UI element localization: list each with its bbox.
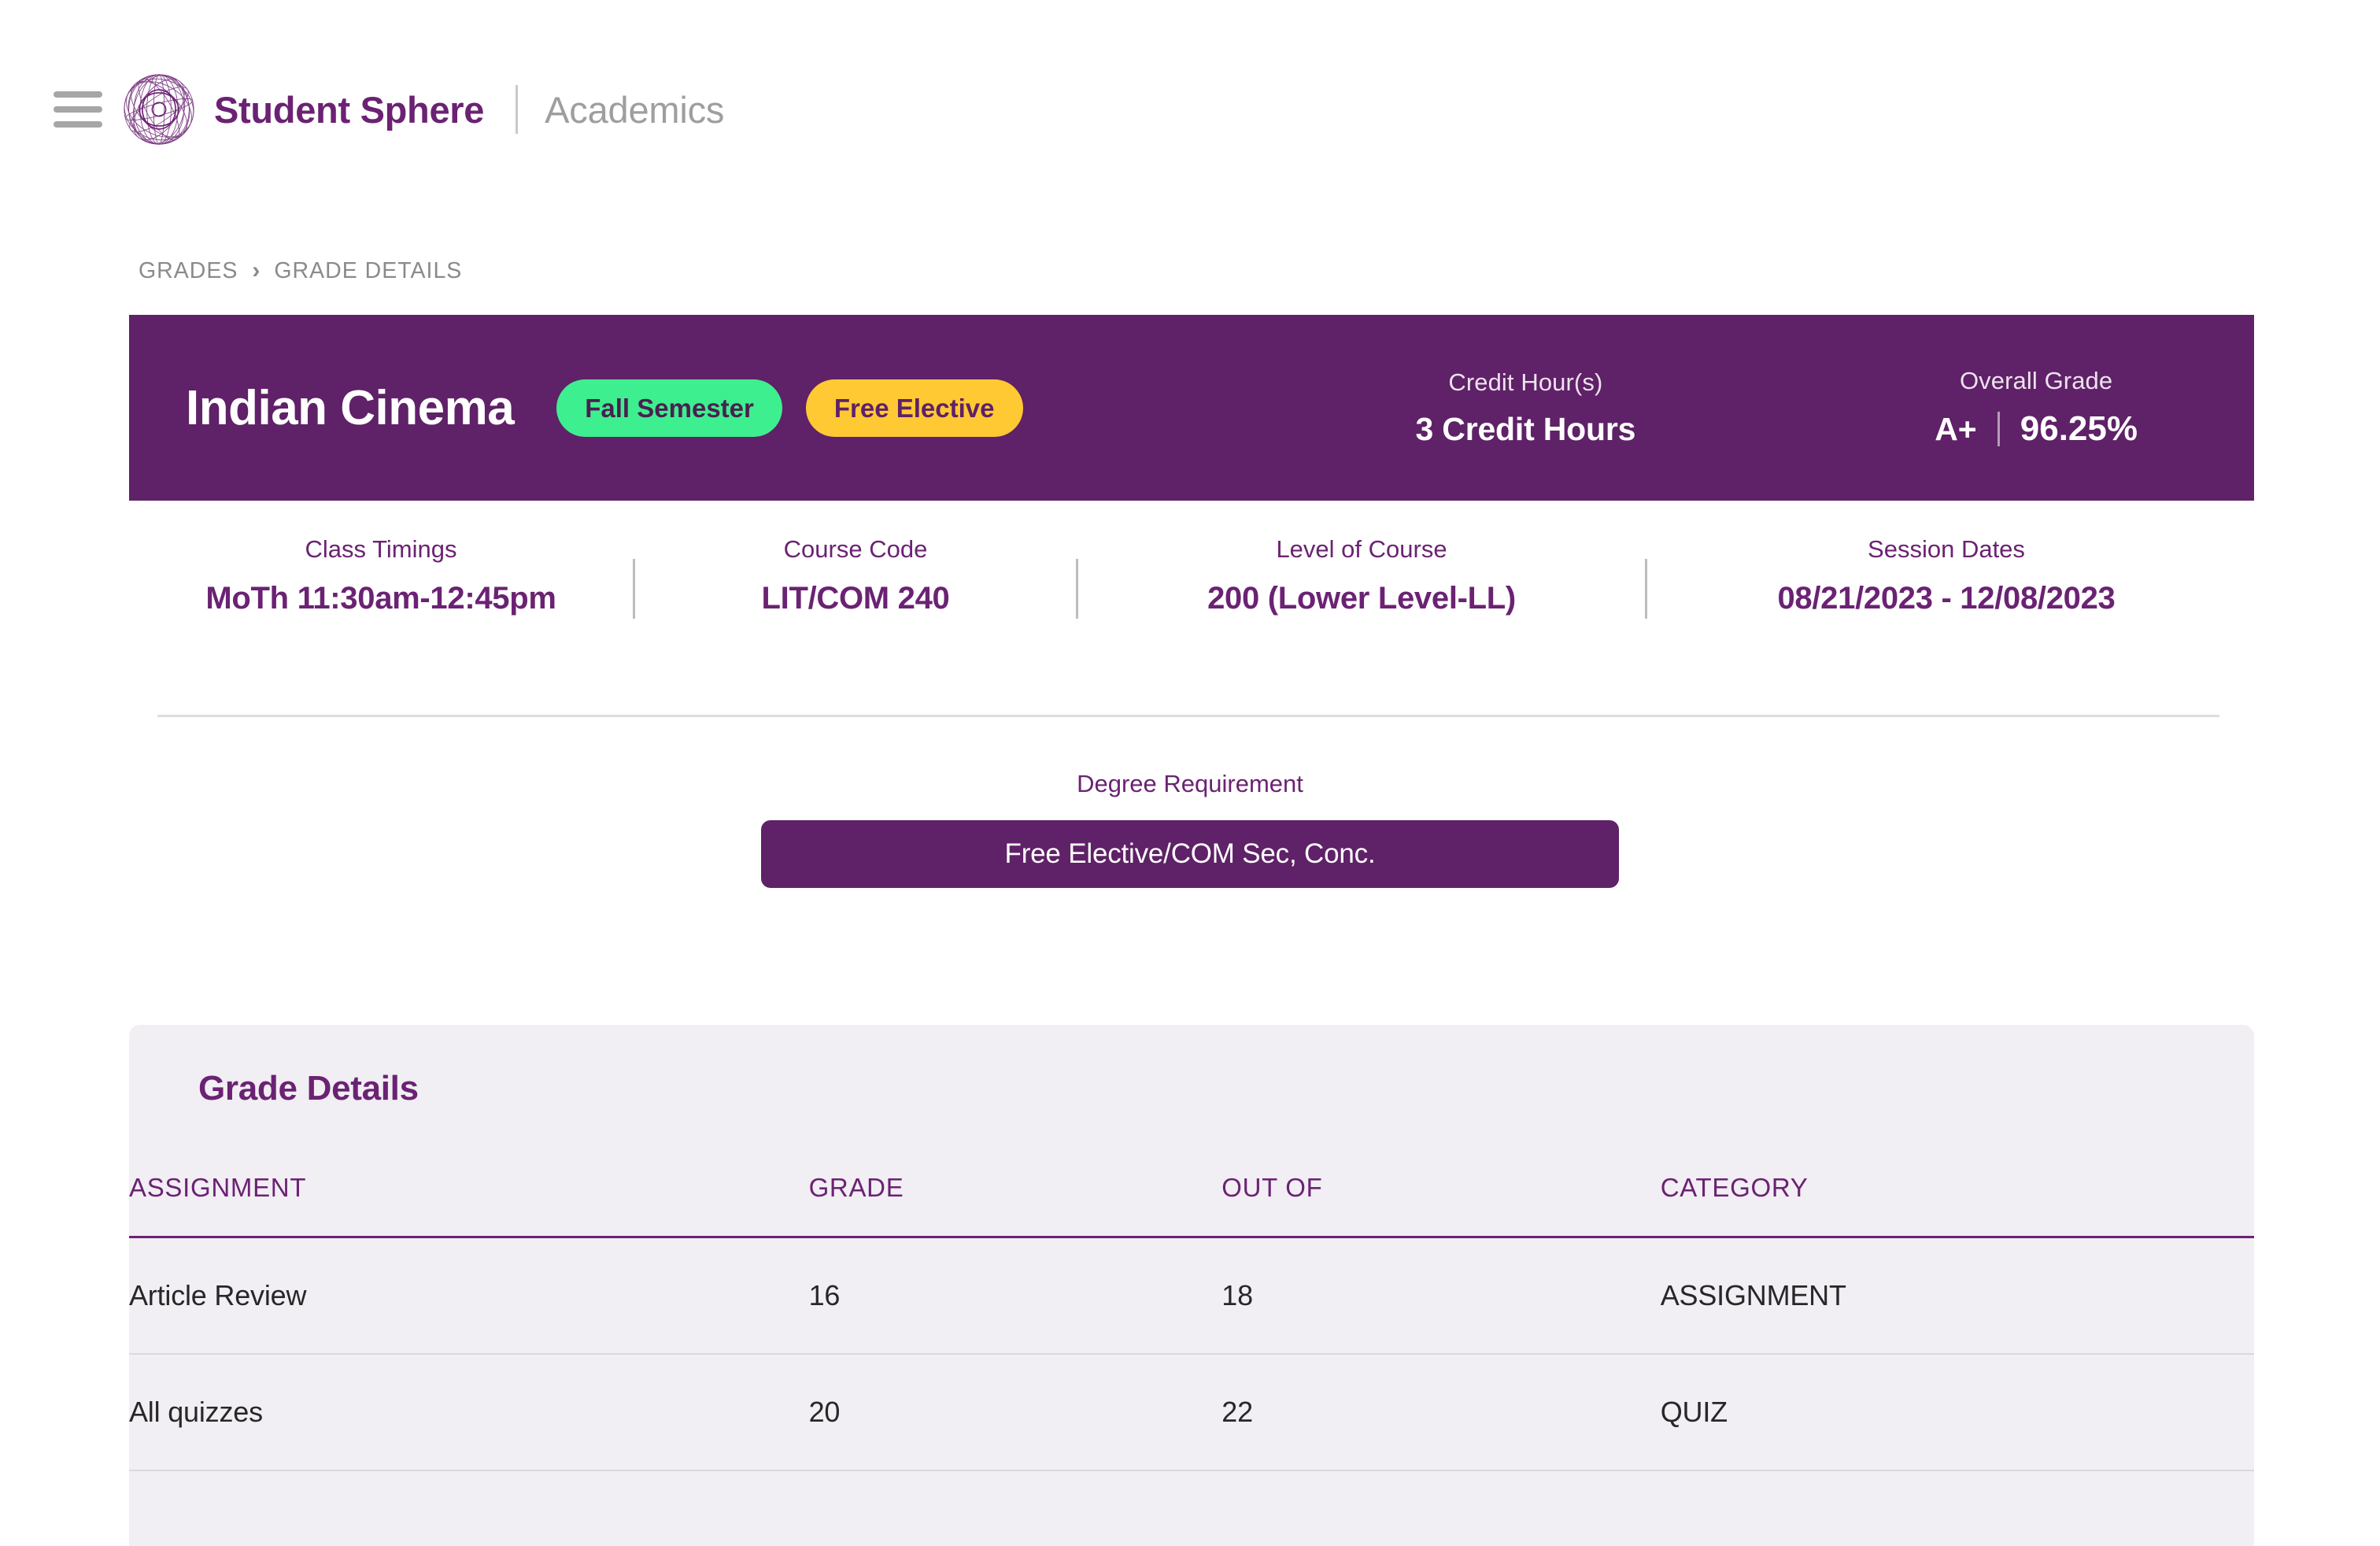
column-header-out-of[interactable]: OUT OF bbox=[1221, 1173, 1661, 1238]
sphere-logo-icon bbox=[124, 74, 194, 145]
course-level-label: Level of Course bbox=[1276, 535, 1447, 563]
cell-out-of: 22 bbox=[1221, 1354, 1661, 1471]
overall-grade-letter: A+ bbox=[1935, 410, 1977, 447]
table-header-row: ASSIGNMENT GRADE OUT OF CATEGORY bbox=[129, 1173, 2254, 1238]
course-code-cell: Course Code LIT/COM 240 bbox=[635, 535, 1076, 616]
app-header: Student Sphere Academics bbox=[0, 0, 2380, 157]
credit-hours-stat: Credit Hour(s) 3 Credit Hours bbox=[1416, 368, 1636, 448]
hamburger-bar bbox=[54, 106, 102, 113]
overall-grade-percent: 96.25% bbox=[2020, 409, 2138, 448]
page-root: Student Sphere Academics GRADES › GRADE … bbox=[0, 0, 2380, 1546]
section-title: Academics bbox=[545, 88, 725, 131]
course-title: Indian Cinema bbox=[186, 380, 515, 435]
elective-badge[interactable]: Free Elective bbox=[805, 379, 1023, 437]
cell-out-of: 18 bbox=[1221, 1237, 1661, 1355]
breadcrumb: GRADES › GRADE DETAILS bbox=[0, 252, 2380, 290]
hamburger-bar bbox=[54, 91, 102, 98]
class-timings-label: Class Timings bbox=[305, 535, 457, 563]
course-level-cell: Level of Course 200 (Lower Level-LL) bbox=[1078, 535, 1645, 616]
course-info-row: Class Timings MoTh 11:30am-12:45pm Cours… bbox=[129, 535, 2254, 619]
grade-details-table: ASSIGNMENT GRADE OUT OF CATEGORY Article… bbox=[129, 1173, 2254, 1471]
degree-requirement-section: Degree Requirement Free Elective/COM Sec… bbox=[0, 770, 2380, 888]
semester-badge[interactable]: Fall Semester bbox=[556, 379, 782, 437]
table-row[interactable]: Article Review 16 18 ASSIGNMENT bbox=[129, 1237, 2254, 1355]
session-dates-cell: Session Dates 08/21/2023 - 12/08/2023 bbox=[1647, 535, 2245, 616]
course-banner: Indian Cinema Fall Semester Free Electiv… bbox=[129, 315, 2254, 501]
overall-grade-stat: Overall Grade A+ 96.25% bbox=[1935, 367, 2138, 449]
chevron-right-icon: › bbox=[252, 257, 261, 283]
header-divider bbox=[516, 85, 519, 134]
course-code-value: LIT/COM 240 bbox=[761, 581, 950, 616]
grade-details-card: Grade Details ASSIGNMENT GRADE OUT OF CA… bbox=[129, 1025, 2254, 1546]
cell-assignment: Article Review bbox=[129, 1237, 809, 1355]
hamburger-icon[interactable] bbox=[54, 91, 102, 128]
degree-requirement-label: Degree Requirement bbox=[1077, 770, 1303, 797]
cell-grade: 16 bbox=[808, 1237, 1222, 1355]
grade-details-title: Grade Details bbox=[198, 1069, 419, 1108]
column-header-category[interactable]: CATEGORY bbox=[1660, 1173, 2254, 1238]
overall-grade-label: Overall Grade bbox=[1959, 367, 2113, 394]
credit-hours-label: Credit Hour(s) bbox=[1448, 368, 1603, 396]
credit-hours-value: 3 Credit Hours bbox=[1415, 410, 1636, 447]
course-level-value: 200 (Lower Level-LL) bbox=[1207, 581, 1516, 616]
session-dates-label: Session Dates bbox=[1868, 535, 2025, 563]
table-header: ASSIGNMENT GRADE OUT OF CATEGORY bbox=[129, 1173, 2254, 1238]
section-divider bbox=[157, 715, 2219, 717]
course-code-label: Course Code bbox=[783, 535, 928, 563]
grade-divider bbox=[1997, 412, 2000, 446]
table-body: Article Review 16 18 ASSIGNMENT All quiz… bbox=[129, 1237, 2254, 1471]
class-timings-cell: Class Timings MoTh 11:30am-12:45pm bbox=[129, 535, 633, 616]
breadcrumb-item-grade-details[interactable]: GRADE DETAILS bbox=[274, 258, 462, 284]
overall-grade-row: A+ 96.25% bbox=[1935, 409, 2138, 449]
session-dates-value: 08/21/2023 - 12/08/2023 bbox=[1777, 581, 2116, 616]
cell-category: QUIZ bbox=[1660, 1354, 2254, 1471]
degree-requirement-value: Free Elective/COM Sec, Conc. bbox=[761, 820, 1619, 888]
cell-category: ASSIGNMENT bbox=[1660, 1237, 2254, 1355]
column-header-grade[interactable]: GRADE bbox=[808, 1173, 1222, 1238]
table-row[interactable]: All quizzes 20 22 QUIZ bbox=[129, 1354, 2254, 1471]
cell-assignment: All quizzes bbox=[129, 1354, 809, 1471]
cell-grade: 20 bbox=[808, 1354, 1222, 1471]
breadcrumb-item-grades[interactable]: GRADES bbox=[139, 258, 238, 284]
brand-name[interactable]: Student Sphere bbox=[214, 88, 484, 131]
class-timings-value: MoTh 11:30am-12:45pm bbox=[205, 581, 556, 616]
hamburger-bar bbox=[54, 121, 102, 128]
column-header-assignment[interactable]: ASSIGNMENT bbox=[129, 1173, 809, 1238]
